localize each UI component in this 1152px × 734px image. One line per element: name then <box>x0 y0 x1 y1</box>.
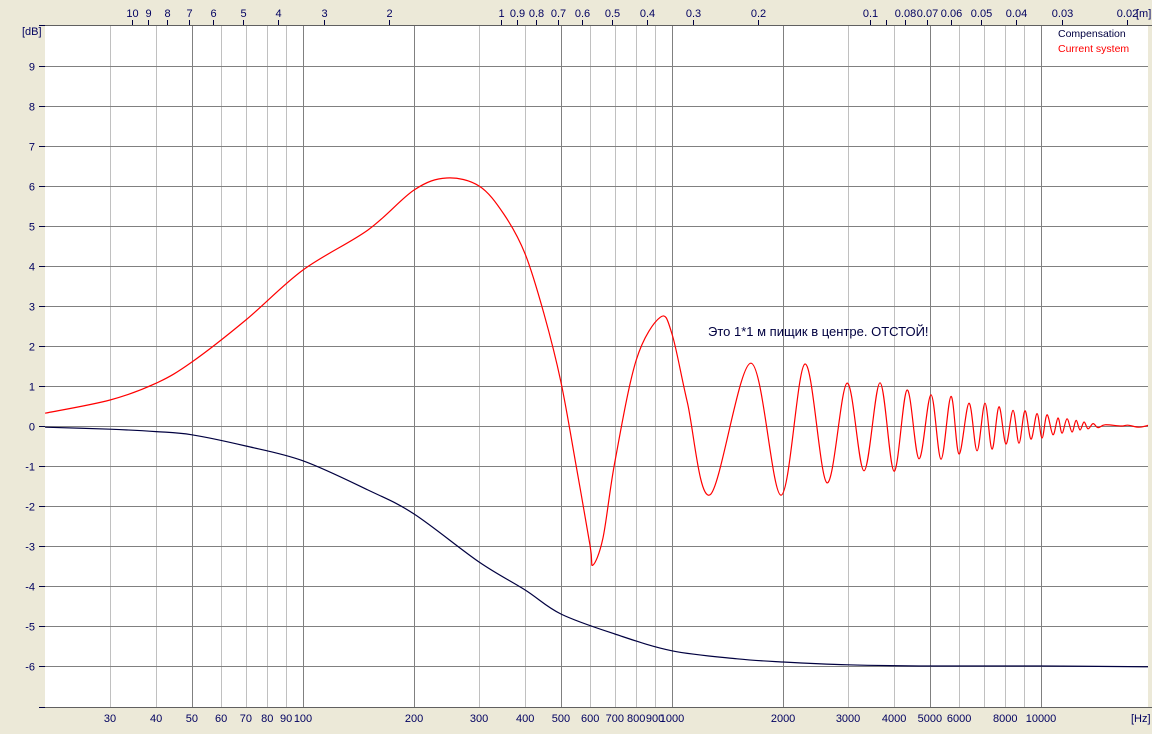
top-tick-label: 8 <box>164 8 170 20</box>
x-tick-label: 400 <box>516 713 534 725</box>
x-tick-label: 5000 <box>918 713 942 725</box>
x-tick-label: 40 <box>150 713 162 725</box>
y-tick-label: 7 <box>29 142 35 154</box>
x-tick-label: 70 <box>240 713 252 725</box>
x-tick-label: 500 <box>552 713 570 725</box>
x-tick-label: 800 <box>627 713 645 725</box>
x-tick-label: 1000 <box>660 713 684 725</box>
annotation-text: Это 1*1 м пищик в центре. ОТСТОЙ! <box>708 324 929 339</box>
top-tick-label: 3 <box>321 8 327 20</box>
x-tick-label: 200 <box>405 713 423 725</box>
top-tick-label: 1 <box>498 8 504 20</box>
x-tick-label: 10000 <box>1026 713 1057 725</box>
top-tick-label: 2 <box>386 8 392 20</box>
x-tick-label: 90 <box>280 713 292 725</box>
x-axis-label: [Hz] <box>1131 713 1151 725</box>
top-tick-label: 0.2 <box>751 8 766 20</box>
top-tick-label: 0.03 <box>1052 8 1073 20</box>
x-tick-label: 60 <box>215 713 227 725</box>
x-tick-label: 300 <box>470 713 488 725</box>
top-tick-label: 0.7 <box>551 8 566 20</box>
top-tick-label: 0.3 <box>686 8 701 20</box>
y-tick-label: 1 <box>29 382 35 394</box>
top-tick-label: 0.9 <box>510 8 525 20</box>
frequency-response-chart: 9876543210-1-2-3-4-5-630 40 50 60 70 80 90 100 2… <box>22 8 1152 725</box>
top-tick-label: 0.05 <box>971 8 992 20</box>
x-tick-label: 100 <box>294 713 312 725</box>
y-tick-label: 3 <box>29 302 35 314</box>
top-tick-label: 0.8 <box>529 8 544 20</box>
y-tick-label: 4 <box>29 262 35 274</box>
y-tick-label: 8 <box>29 102 35 114</box>
top-tick-label: 0.6 <box>575 8 590 20</box>
y-tick-label: -6 <box>25 662 35 674</box>
x-tick-label: 2000 <box>771 713 795 725</box>
top-axis-label: [m] <box>1136 8 1151 20</box>
top-tick-label: 9 <box>145 8 151 20</box>
top-tick-label: 0.04 <box>1006 8 1027 20</box>
x-tick-label: 3000 <box>836 713 860 725</box>
top-tick-label: 0.1 <box>863 8 878 20</box>
legend-current-system: Current system <box>1058 43 1129 55</box>
y-tick-label: 6 <box>29 182 35 194</box>
y-tick-label: 5 <box>29 222 35 234</box>
y-tick-label: -5 <box>25 622 35 634</box>
top-tick-label: 0.4 <box>640 8 655 20</box>
top-tick-label: 0.06 <box>941 8 962 20</box>
top-tick-label: 4 <box>275 8 281 20</box>
y-tick-label: 2 <box>29 342 35 354</box>
plot-area <box>45 25 1148 707</box>
top-tick-label: 5 <box>240 8 246 20</box>
x-tick-label: 50 <box>186 713 198 725</box>
y-tick-label: 9 <box>29 62 35 74</box>
top-tick-label: 0.02 <box>1117 8 1138 20</box>
y-tick-label: -2 <box>25 502 35 514</box>
x-tick-label: 700 <box>606 713 624 725</box>
y-tick-label: -1 <box>25 462 35 474</box>
top-tick-label: 6 <box>210 8 216 20</box>
x-tick-label: 8000 <box>993 713 1017 725</box>
top-tick-label: 0.07 <box>917 8 938 20</box>
x-tick-label: 80 <box>261 713 273 725</box>
x-tick-label: 6000 <box>947 713 971 725</box>
x-tick-label: 600 <box>581 713 599 725</box>
top-tick-label: 7 <box>186 8 192 20</box>
top-tick-label: 0.08 <box>895 8 916 20</box>
top-tick-label: 10 <box>126 8 138 20</box>
legend-compensation: Compensation <box>1058 28 1126 40</box>
x-tick-label: 30 <box>104 713 116 725</box>
top-tick-label: 0.5 <box>605 8 620 20</box>
y-tick-label: -4 <box>25 582 35 594</box>
y-axis-label: [dB] <box>22 26 42 38</box>
y-tick-label: -3 <box>25 542 35 554</box>
y-tick-label: 0 <box>29 422 35 434</box>
x-tick-label: 4000 <box>882 713 906 725</box>
